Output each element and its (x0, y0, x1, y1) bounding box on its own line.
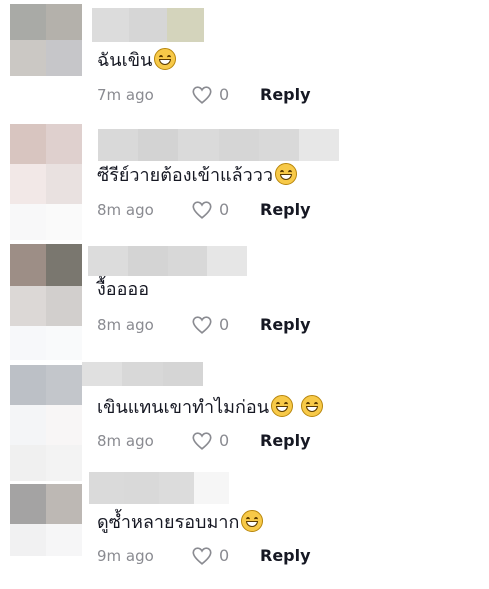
heart-outline-icon[interactable] (191, 430, 213, 452)
comment-body: ฉันเขิน (97, 50, 153, 71)
reply-button[interactable]: Reply (260, 200, 311, 219)
grimacing-emoji (300, 395, 323, 417)
username-blurred[interactable] (88, 246, 247, 276)
heart-outline-icon[interactable] (191, 199, 213, 221)
grinning-sweat-emoji (154, 48, 177, 70)
like-count: 0 (219, 85, 230, 104)
comment-body: ดูซ้ำหลายรอบมาก (97, 512, 240, 533)
grimacing-emoji (271, 395, 294, 417)
username-blurred[interactable] (89, 472, 229, 504)
comment-text: งื้ออออ (97, 279, 149, 301)
comment-body: ซีรีย์วายต้องเข้าแล้ววว (97, 165, 274, 186)
avatar[interactable] (10, 244, 82, 360)
heart-outline-icon[interactable] (191, 545, 213, 567)
like-count: 0 (219, 431, 230, 450)
like-count: 0 (219, 315, 230, 334)
heart-outline-icon[interactable] (191, 314, 213, 336)
username-blurred[interactable] (92, 8, 204, 42)
heart-outline-icon[interactable] (191, 84, 213, 106)
avatar[interactable] (10, 4, 82, 76)
grimacing-emoji (275, 163, 298, 185)
grinning-sweat-emoji (241, 510, 264, 532)
avatar[interactable] (10, 124, 82, 240)
timestamp: 8m ago (97, 432, 154, 450)
username-blurred[interactable] (98, 129, 340, 161)
like-count: 0 (219, 546, 230, 565)
comment-body: งื้ออออ (97, 279, 150, 300)
comment-text: ฉันเขิน (97, 48, 177, 72)
reply-button[interactable]: Reply (260, 315, 311, 334)
comment-body: เขินแทนเขาทำไมก่อน (97, 397, 270, 418)
reply-button[interactable]: Reply (260, 431, 311, 450)
like-count: 0 (219, 200, 230, 219)
timestamp: 7m ago (97, 86, 154, 104)
timestamp: 9m ago (97, 547, 154, 565)
reply-button[interactable]: Reply (260, 546, 311, 565)
reply-button[interactable]: Reply (260, 85, 311, 104)
username-blurred[interactable] (82, 362, 203, 386)
comment-text: ซีรีย์วายต้องเข้าแล้ววว (97, 163, 298, 187)
timestamp: 8m ago (97, 201, 154, 219)
timestamp: 8m ago (97, 316, 154, 334)
comment-text: เขินแทนเขาทำไมก่อน (97, 395, 323, 419)
avatar[interactable] (10, 365, 82, 481)
comment-text: ดูซ้ำหลายรอบมาก (97, 510, 264, 534)
avatar[interactable] (10, 484, 82, 556)
